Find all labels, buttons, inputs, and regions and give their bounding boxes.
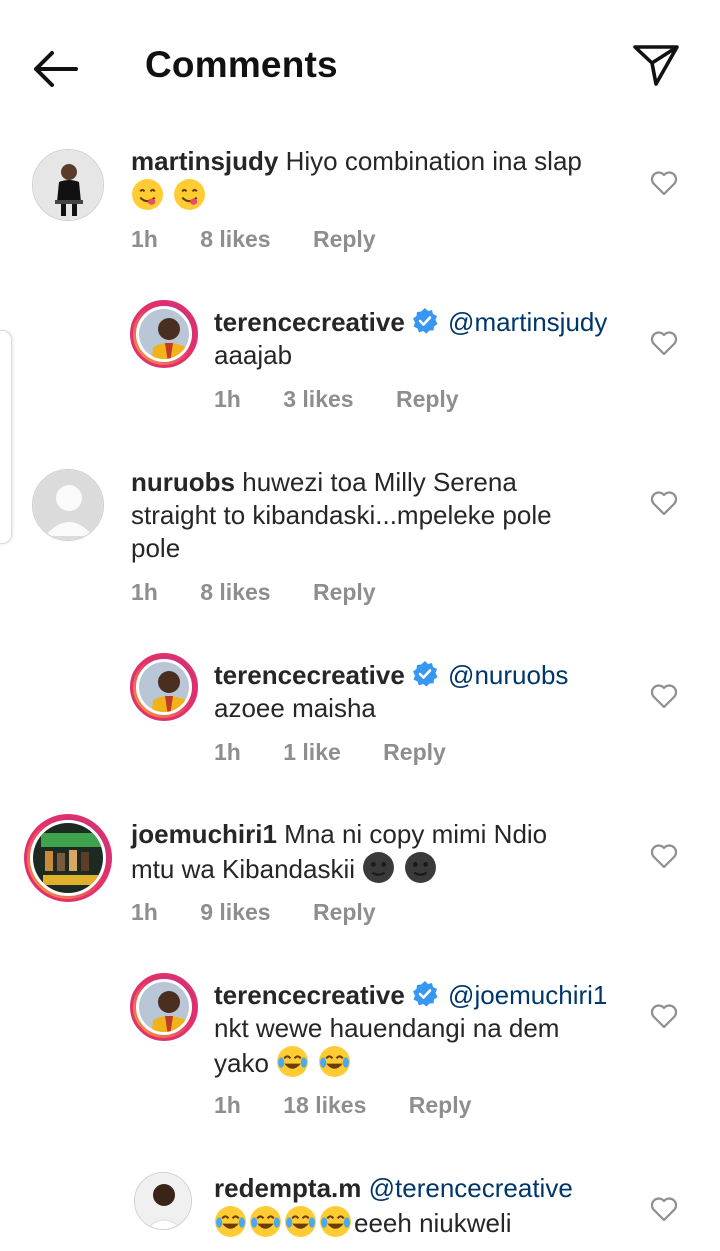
verified-badge-icon: [405, 980, 441, 1010]
like-heart-icon[interactable]: [650, 683, 678, 709]
default-avatar-icon[interactable]: [32, 469, 104, 541]
comment-message: huwezi toa Milly Serena: [242, 467, 517, 497]
comment-message-line: mtu wa Kibandaskii: [131, 854, 355, 884]
emoji-tears-of-joy-icon: [276, 1046, 353, 1078]
comment-username[interactable]: terencecreative: [214, 980, 405, 1010]
comment-time: 1h: [131, 579, 158, 605]
comment-meta: 1h 3 likes Reply: [214, 386, 495, 413]
verified-badge-icon: [405, 660, 441, 690]
comment-text: nuruobs huwezi toa Milly Serena straight…: [131, 466, 631, 565]
avatar[interactable]: [130, 300, 198, 368]
reply-button[interactable]: Reply: [409, 1092, 472, 1118]
like-heart-icon[interactable]: [650, 170, 678, 196]
comment-text: terencecreative @nuruobs azoee maisha: [214, 659, 634, 725]
comment-message: Mna ni copy mimi Ndio: [284, 819, 548, 849]
emoji-yum-icon: [131, 179, 208, 211]
reply-button[interactable]: Reply: [313, 579, 376, 605]
avatar[interactable]: [130, 653, 198, 721]
comment-likes[interactable]: 8 likes: [200, 226, 270, 252]
comment-message: eeeh niukweli: [354, 1208, 512, 1238]
comment-text: joemuchiri1 Mna ni copy mimi Ndio mtu wa…: [131, 818, 631, 886]
comment-meta: 1h 1 like Reply: [214, 739, 482, 766]
comment-text: martinsjudy Hiyo combination ina slap: [131, 145, 631, 213]
reply-button[interactable]: Reply: [396, 386, 459, 412]
like-heart-icon[interactable]: [650, 1003, 678, 1029]
avatar[interactable]: [134, 1172, 192, 1230]
comment-username[interactable]: redempta.m: [214, 1173, 361, 1203]
comment-message: nkt wewe hauendangi na dem: [214, 1013, 560, 1043]
mention-link[interactable]: @nuruobs: [448, 660, 568, 690]
comment-username[interactable]: nuruobs: [131, 467, 235, 497]
comment-message-line: pole: [131, 533, 181, 563]
comment-meta: 1h 18 likes Reply: [214, 1092, 507, 1119]
page-title: Comments: [145, 44, 338, 85]
side-drawer-handle[interactable]: [0, 330, 12, 544]
comment-time: 1h: [131, 226, 158, 252]
comment-likes[interactable]: 3 likes: [283, 386, 353, 412]
comment-message: azoee maisha: [214, 693, 376, 723]
reply-button[interactable]: Reply: [383, 739, 446, 765]
avatar[interactable]: [24, 814, 112, 902]
comment-username[interactable]: terencecreative: [214, 307, 405, 337]
comment-message: Hiyo combination ina slap: [285, 146, 582, 176]
comment-meta: 1h 8 likes Reply: [131, 226, 412, 253]
emoji-new-moon-face-icon: [362, 852, 439, 884]
mention-link[interactable]: @terencecreative: [369, 1173, 573, 1203]
comment-time: 1h: [131, 899, 158, 925]
comment-likes[interactable]: 18 likes: [283, 1092, 366, 1118]
comment-meta: 1h 8 likes Reply: [131, 579, 412, 606]
avatar[interactable]: [130, 973, 198, 1041]
emoji-tears-of-joy-icon: [214, 1206, 354, 1238]
mention-link[interactable]: @martinsjudy: [448, 307, 607, 337]
top-bar: Comments: [0, 0, 720, 130]
like-heart-icon[interactable]: [650, 330, 678, 356]
back-arrow-icon[interactable]: [28, 44, 84, 94]
comment-likes[interactable]: 9 likes: [200, 899, 270, 925]
comment-time: 1h: [214, 386, 241, 412]
comment-text: terencecreative @joemuchiri1 nkt wewe ha…: [214, 979, 634, 1080]
avatar[interactable]: [32, 149, 104, 221]
reply-button[interactable]: Reply: [313, 899, 376, 925]
comment-time: 1h: [214, 1092, 241, 1118]
mention-link[interactable]: @joemuchiri1: [448, 980, 607, 1010]
comment-text: terencecreative @martinsjudy aaajab: [214, 306, 634, 372]
comment-username[interactable]: terencecreative: [214, 660, 405, 690]
comment-username[interactable]: joemuchiri1: [131, 819, 277, 849]
comment-time: 1h: [214, 739, 241, 765]
comment-message-line: straight to kibandaski...mpeleke pole: [131, 500, 552, 530]
comment-likes[interactable]: 8 likes: [200, 579, 270, 605]
comment-username[interactable]: martinsjudy: [131, 146, 278, 176]
like-heart-icon[interactable]: [650, 490, 678, 516]
comment-message: aaajab: [214, 340, 293, 370]
like-heart-icon[interactable]: [650, 1196, 678, 1222]
like-heart-icon[interactable]: [650, 843, 678, 869]
comment-likes[interactable]: 1 like: [283, 739, 341, 765]
comment-message-line: yako: [214, 1048, 269, 1078]
verified-badge-icon: [405, 307, 441, 337]
reply-button[interactable]: Reply: [313, 226, 376, 252]
comment-meta: 1h 9 likes Reply: [131, 899, 412, 926]
share-icon[interactable]: [630, 40, 682, 92]
comment-text: redempta.m @terencecreative eeeh niukwel…: [214, 1172, 634, 1240]
